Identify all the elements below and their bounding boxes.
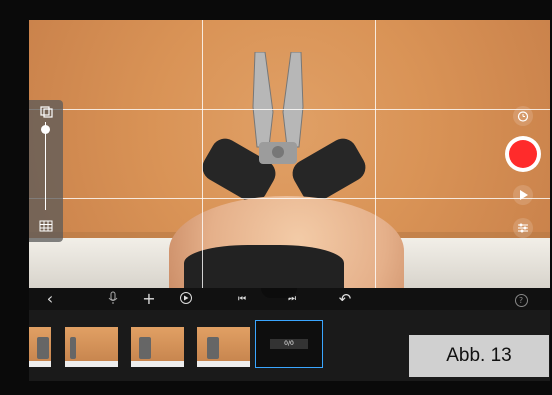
previous-frame-button[interactable]: ⏮ <box>234 291 250 307</box>
help-icon: ? <box>514 294 528 307</box>
frame-thumbnail[interactable] <box>65 327 118 367</box>
current-frame-slot[interactable]: 0/0 <box>255 320 323 368</box>
plus-icon: + <box>142 289 156 308</box>
record-button[interactable] <box>505 136 541 172</box>
grid-line <box>29 198 550 199</box>
help-button[interactable]: ? <box>513 291 529 307</box>
speed-button[interactable] <box>178 291 194 307</box>
toolbar-notch <box>261 288 297 298</box>
play-button[interactable] <box>513 185 533 205</box>
add-button[interactable]: + <box>141 291 157 307</box>
stop-motion-app: ‹ + ⏮ ⏭ ↶ ? 0/0 <box>29 20 550 381</box>
chevron-left-icon: ‹ <box>46 289 54 308</box>
sliders-icon <box>518 223 528 233</box>
zoom-panel[interactable] <box>29 100 63 242</box>
record-icon <box>509 140 537 168</box>
back-button[interactable]: ‹ <box>42 291 58 307</box>
microphone-button[interactable] <box>105 291 121 307</box>
zoom-slider-thumb[interactable] <box>41 125 50 134</box>
timer-icon <box>517 111 529 122</box>
zoom-slider-track[interactable] <box>45 122 46 210</box>
screenshot-frame: ‹ + ⏮ ⏭ ↶ ? 0/0 Abb. 13 <box>0 0 552 395</box>
frame-thumbnail[interactable] <box>197 327 250 367</box>
play-icon <box>520 190 528 200</box>
undo-icon: ↶ <box>338 290 352 308</box>
speed-icon <box>180 292 192 304</box>
grid-icon[interactable] <box>39 220 53 232</box>
settings-button[interactable] <box>513 218 533 238</box>
frame-counter: 0/0 <box>270 339 308 349</box>
grid-line <box>29 109 550 110</box>
sleeve <box>184 245 344 288</box>
layers-icon[interactable] <box>39 106 53 118</box>
grid-line <box>202 20 203 288</box>
figure-caption: Abb. 13 <box>409 335 549 377</box>
frame-thumbnail[interactable] <box>29 327 51 367</box>
frame-thumbnail[interactable] <box>131 327 184 367</box>
skip-back-icon: ⏮ <box>237 294 247 304</box>
microphone-icon <box>108 291 118 304</box>
camera-viewfinder[interactable] <box>29 20 550 288</box>
timer-button[interactable] <box>513 106 533 126</box>
grid-line <box>375 20 376 288</box>
undo-button[interactable]: ↶ <box>337 291 353 307</box>
